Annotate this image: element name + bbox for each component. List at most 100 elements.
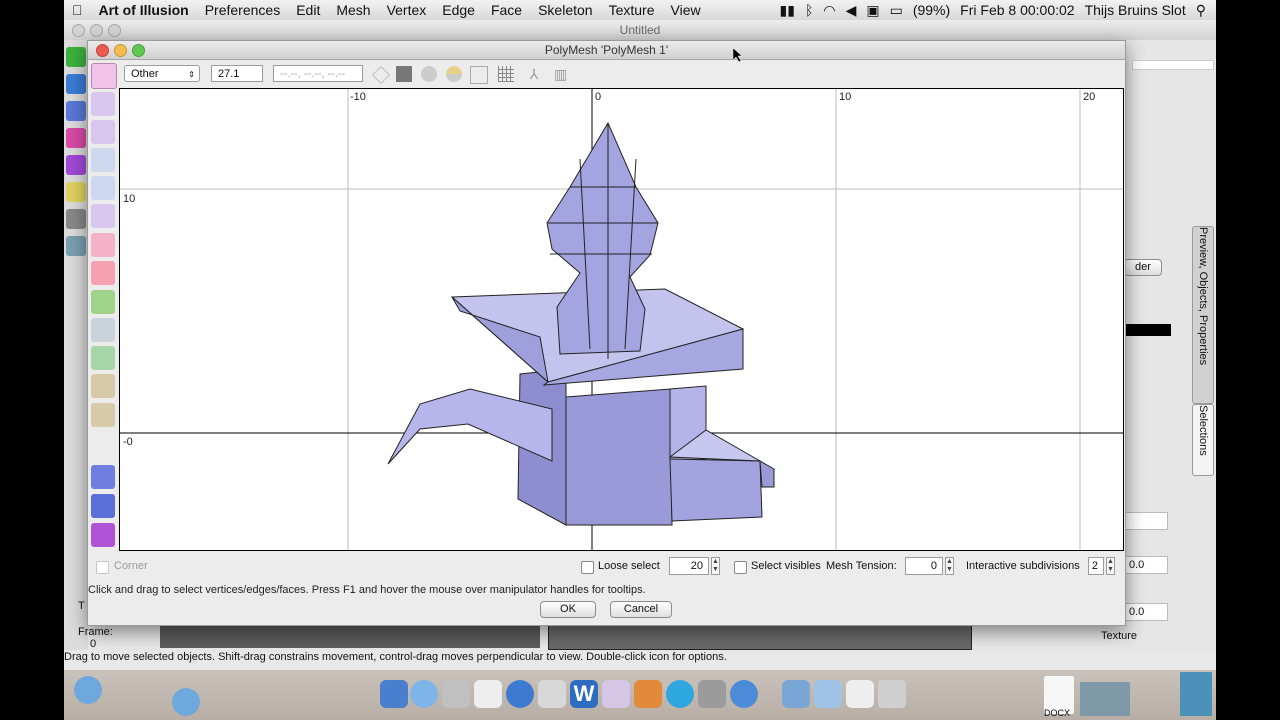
sphere-tool-icon[interactable] [66,101,86,121]
dialog-minimize-button[interactable] [114,44,127,57]
interactive-subdivisions-stepper[interactable]: ▲ ▼ [1106,557,1115,575]
select-visibles-checkbox[interactable] [734,561,747,574]
loose-select-value[interactable]: 20 [669,557,709,575]
move-tool-icon[interactable] [66,47,86,67]
app-menu[interactable]: Art of Illusion [91,2,197,18]
dock-aoi-icon[interactable] [634,680,662,708]
menu-edge[interactable]: Edge [434,2,483,18]
dock-itunes-icon[interactable] [506,680,534,708]
menu-texture[interactable]: Texture [601,2,663,18]
battery-icon[interactable]: ▭ [890,2,903,19]
panel-input-1[interactable] [1124,512,1168,530]
bevel-tool-icon[interactable] [91,233,115,257]
dock-quicktime-icon[interactable] [730,680,758,708]
skeleton-joint-tool-icon[interactable] [91,346,115,370]
wifi-icon[interactable]: ◠ [823,2,835,19]
main-zoom-button[interactable] [108,24,121,37]
scale-tool-icon[interactable] [91,92,115,116]
dock-document-icon[interactable] [846,680,874,708]
extrude-tool-icon[interactable] [91,261,115,285]
menu-vertex[interactable]: Vertex [379,2,435,18]
curve-tool-icon[interactable] [66,155,86,175]
user-name[interactable]: Thijs Bruins Slot [1085,2,1186,18]
calendar-icon[interactable]: ▣ [866,2,879,19]
viewport-canvas[interactable] [120,89,1123,550]
view-select[interactable]: Other ⇕ [124,65,200,82]
dock-safari-doc-icon[interactable] [172,688,200,716]
cube-tool-icon[interactable] [66,74,86,94]
light-tool-icon[interactable] [66,182,86,202]
mesh-viewport[interactable]: -10 0 10 20 10 -0 [119,88,1124,551]
tab-selections[interactable]: Selections [1192,404,1214,476]
spotlight-search-icon[interactable]: ⚲ [1196,2,1206,19]
menu-skeleton[interactable]: Skeleton [530,2,600,18]
bluetooth-icon[interactable]: ᛒ [805,2,813,18]
mesh-tension-value[interactable]: 0 [905,557,943,575]
camera-tool-icon[interactable] [66,209,86,229]
menu-view[interactable]: View [663,2,709,18]
coordinates-field[interactable]: --.--, --.--, --.-- [273,65,363,82]
main-minimize-button[interactable] [90,24,103,37]
menu-face[interactable]: Face [483,2,530,18]
dock-photo-thumbnail[interactable] [1080,682,1130,716]
dock-paintbrush-icon[interactable] [602,680,630,708]
transparent-mode-icon[interactable] [470,66,488,84]
move-points-tool-icon[interactable] [91,63,117,89]
dock-safari-icon[interactable] [74,676,102,704]
loose-select-checkbox[interactable] [581,561,594,574]
dock-textedit-icon[interactable] [474,680,502,708]
dock-window-thumbnail[interactable] [1180,672,1212,716]
tab-preview-objects-properties[interactable]: Preview, Objects, Properties [1192,226,1214,404]
dock-downloads-icon[interactable] [782,680,810,708]
cancel-button[interactable]: Cancel [610,601,672,618]
loose-select-stepper[interactable]: ▲ ▼ [711,557,720,575]
grid-icon[interactable] [498,66,514,82]
polymesh-model[interactable] [387,121,775,526]
menu-mesh[interactable]: Mesh [328,2,378,18]
dock-photo-icon[interactable] [538,680,566,708]
axes-icon[interactable]: ⅄ [526,66,542,82]
menu-extras-icon[interactable]: ▮▮ [780,2,795,19]
smooth-mode-icon[interactable] [421,66,437,82]
scale-axis-tool-icon[interactable] [91,120,115,144]
dock-folder-icon[interactable] [814,680,842,708]
template-icon[interactable]: ▥ [554,66,570,82]
dock-finder-icon[interactable] [380,680,408,708]
dock-skype-icon[interactable] [666,680,694,708]
interactive-subdivisions-value[interactable]: 2 [1088,557,1104,575]
shaded-mode-icon[interactable] [396,66,412,82]
dialog-zoom-button[interactable] [132,44,145,57]
corner-checkbox[interactable] [96,561,109,574]
thicken-tool-icon[interactable] [91,290,115,314]
dock-system-prefs-icon[interactable] [698,680,726,708]
menu-preferences[interactable]: Preferences [197,2,288,18]
apple-menu-icon[interactable]:  [64,2,91,18]
dock-trash-icon[interactable] [878,680,906,708]
rotate-view-tool-icon[interactable] [91,374,115,398]
dock-safari-app-icon[interactable] [410,680,438,708]
panel-value-2[interactable]: 0.0 [1124,603,1168,621]
taper-tool-icon[interactable] [91,204,115,228]
dock-word-icon[interactable]: W [570,680,598,708]
panel-render-button[interactable]: der [1124,259,1162,276]
volume-icon[interactable]: ◀ [846,2,857,19]
skew-tool-icon[interactable] [91,176,115,200]
dock-preview-icon[interactable] [442,680,470,708]
knife-tool-icon[interactable] [91,318,115,342]
edge-mode-icon[interactable] [91,494,115,518]
cylinder-tool-icon[interactable] [66,128,86,148]
panel-value-1[interactable]: 0.0 [1124,556,1168,574]
point-mode-icon[interactable] [91,465,115,489]
textured-mode-icon[interactable] [446,66,462,82]
ok-button[interactable]: OK [540,601,596,618]
main-close-button[interactable] [72,24,85,37]
clock[interactable]: Fri Feb 8 00:00:02 [960,2,1074,18]
dialog-close-button[interactable] [96,44,109,57]
mesh-tension-stepper[interactable]: ▲ ▼ [945,557,954,575]
rotate-tool-icon[interactable] [91,148,115,172]
move-view-tool-icon[interactable] [91,403,115,427]
wireframe-mode-icon[interactable] [372,66,390,84]
face-mode-icon[interactable] [91,523,115,547]
menu-edit[interactable]: Edit [288,2,328,18]
zoom-field[interactable]: 27.1 [211,65,263,82]
